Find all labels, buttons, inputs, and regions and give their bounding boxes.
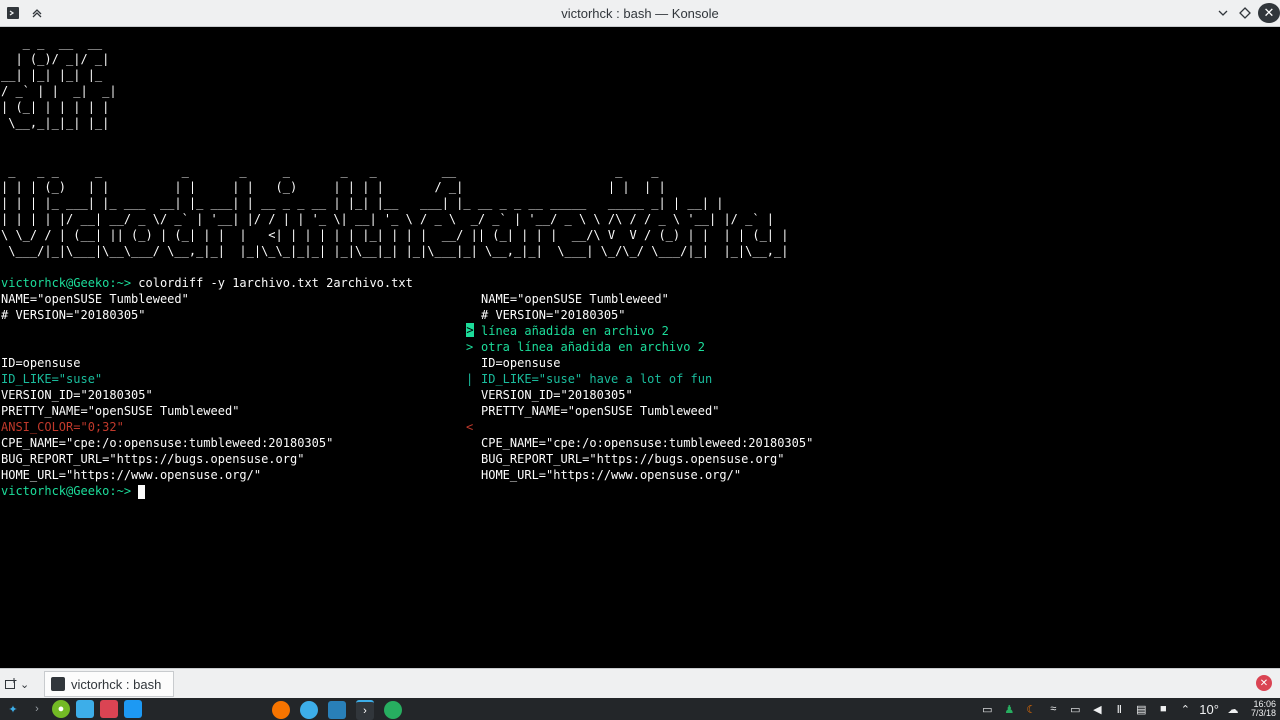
- office-icon[interactable]: [100, 700, 118, 718]
- terminal-icon: [51, 677, 65, 691]
- diff-right: ID=opensuse: [481, 356, 561, 370]
- terminal-line: BUG_REPORT_URL="https://bugs.opensuse.or…: [1, 451, 784, 467]
- chromium-icon[interactable]: [300, 701, 318, 719]
- terminal-line: NAME="openSUSE Tumbleweed" NAME="openSUSE…: [1, 291, 669, 307]
- clipboard-manager-icon[interactable]: ▤: [1133, 701, 1149, 717]
- maximize-icon[interactable]: [1234, 4, 1256, 22]
- diff-left: HOME_URL="https://www.opensuse.org/": [1, 468, 262, 482]
- ascii-art-line: | | | | |/ __| __/ _ \/ _` | '__| |/ / |…: [1, 212, 775, 226]
- diff-right: VERSION_ID="20180305": [481, 388, 633, 402]
- tab-bash[interactable]: victorhck : bash: [44, 671, 174, 697]
- konsole-task-icon[interactable]: ›: [356, 700, 374, 720]
- diff-marker: |: [466, 372, 474, 386]
- terminal-line: PRETTY_NAME="openSUSE Tumbleweed" PRETTY_…: [1, 403, 719, 419]
- konsole-tabbar: ⌄ victorhck : bash ✕: [0, 668, 1280, 698]
- diff-left: NAME="openSUSE Tumbleweed": [1, 292, 189, 306]
- terminal-line: VERSION_ID="20180305" VERSION_ID="2018030…: [1, 387, 633, 403]
- clock-date: 7/3/18: [1250, 708, 1276, 718]
- ascii-art-line: __| |_| |_| |_: [1, 68, 103, 82]
- shell-prompt: victorhck@Geeko:~>: [1, 276, 132, 290]
- lock-icon[interactable]: ■: [1155, 701, 1171, 717]
- expand-tray-icon[interactable]: ⌃: [1177, 701, 1193, 717]
- opensuse-icon[interactable]: ●: [52, 700, 70, 718]
- diff-right: HOME_URL="https://www.opensuse.org/": [481, 468, 742, 482]
- diff-left: # VERSION="20180305": [1, 308, 146, 322]
- terminal-line: HOME_URL="https://www.opensuse.org/" HOME…: [1, 467, 741, 483]
- ascii-art-line: \ \_/ / | (__| || (_) | (_| | | | <| | |…: [1, 228, 789, 242]
- terminal-line: ID=opensuse ID=opensuse: [1, 355, 560, 371]
- ascii-art-line: | | | (_) | | | | | | (_) | | | | / _| |…: [1, 180, 666, 194]
- new-tab-icon: [5, 678, 17, 689]
- diff-right: # VERSION="20180305": [481, 308, 626, 322]
- system-tray: ▭ ♟ ☾ ≈ ▭ ◀ Ⅱ ▤ ■ ⌃ 10° ☁ 16:06 7/3/18: [979, 700, 1276, 718]
- application-launcher-icon[interactable]: ✦: [4, 700, 22, 718]
- window-title: victorhck : bash — Konsole: [561, 6, 719, 21]
- ascii-art-line: \___/|_|\___|\__\___/ \__,_|_| |_|\_\_|_…: [1, 244, 789, 258]
- ascii-art-line: _ _ __ __: [1, 36, 103, 50]
- diff-left: PRETTY_NAME="openSUSE Tumbleweed": [1, 404, 240, 418]
- diff-left: CPE_NAME="cpe:/o:opensuse:tumbleweed:201…: [1, 436, 334, 450]
- diff-right: NAME="openSUSE Tumbleweed": [481, 292, 669, 306]
- terminal-line: CPE_NAME="cpe:/o:opensuse:tumbleweed:201…: [1, 435, 813, 451]
- konsole-launcher-icon[interactable]: ›: [28, 700, 46, 718]
- terminal-line: victorhck@Geeko:~>: [1, 483, 146, 499]
- ascii-art-line: | | | |_ ___| |_ ___ __| |_ ___| | __ _ …: [1, 196, 724, 210]
- diff-right: otra línea añadida en archivo 2: [481, 340, 705, 354]
- command-text: colordiff -y 1archivo.txt 2archivo.txt: [131, 276, 413, 290]
- ascii-art-line: | (_)/ _|/ _|: [1, 52, 110, 66]
- diff-right: BUG_REPORT_URL="https://bugs.opensuse.or…: [481, 452, 785, 466]
- ascii-art-line: _ _ _ _ _ _ _ _ _ __ _ _: [1, 164, 659, 178]
- window-titlebar: victorhck : bash — Konsole ✕: [0, 0, 1280, 27]
- titlebar-right-controls: ✕: [1212, 0, 1280, 26]
- minimize-icon[interactable]: [1212, 4, 1234, 22]
- new-tab-button[interactable]: ⌄: [4, 674, 38, 694]
- browser-task-icon[interactable]: [384, 701, 402, 719]
- diff-left: ANSI_COLOR="0;32": [1, 420, 124, 434]
- diff-right: CPE_NAME="cpe:/o:opensuse:tumbleweed:201…: [481, 436, 814, 450]
- firefox-icon[interactable]: [272, 701, 290, 719]
- clock[interactable]: 16:06 7/3/18: [1251, 700, 1276, 718]
- taskbar: ✦ › ● › ▭ ♟ ☾ ≈ ▭ ◀ Ⅱ ▤ ■ ⌃ 10° ☁ 16:06 …: [0, 698, 1280, 720]
- diff-right: PRETTY_NAME="openSUSE Tumbleweed": [481, 404, 720, 418]
- temperature-label: 10°: [1199, 701, 1219, 717]
- text-cursor: [138, 484, 146, 499]
- clipboard-icon[interactable]: ▭: [979, 701, 995, 717]
- ascii-art-line: / _` | | _| _|: [1, 84, 117, 98]
- cloud-icon: ☁: [1227, 703, 1239, 716]
- diff-left: VERSION_ID="20180305": [1, 388, 153, 402]
- chevron-down-icon: ⌄: [20, 678, 30, 691]
- diff-marker: <: [466, 420, 474, 434]
- taskbar-tasks: ›: [272, 700, 402, 720]
- diff-marker: >: [466, 340, 474, 354]
- shell-prompt: victorhck@Geeko:~>: [1, 484, 132, 498]
- terminal-line: ANSI_COLOR="0;32" <: [1, 419, 473, 435]
- taskbar-launchers: ✦ › ●: [4, 700, 142, 718]
- terminal-line: # VERSION="20180305" # VERSION="20180305": [1, 307, 626, 323]
- close-tab-icon[interactable]: ✕: [1256, 675, 1272, 691]
- volume-icon[interactable]: ◀: [1089, 701, 1105, 717]
- diff-right: línea añadida en archivo 2: [481, 324, 669, 338]
- tab-label: victorhck : bash: [71, 676, 162, 692]
- file-manager-icon[interactable]: [76, 700, 94, 718]
- terminal-line: victorhck@Geeko:~> colordiff -y 1archivo…: [1, 275, 413, 291]
- diff-left: ID=opensuse: [1, 356, 81, 370]
- ascii-art-line: | (_| | | | | |: [1, 100, 110, 114]
- battery-icon[interactable]: ▭: [1067, 701, 1083, 717]
- close-icon[interactable]: ✕: [1258, 3, 1280, 23]
- command-text: [131, 484, 138, 498]
- diff-marker: >: [466, 323, 474, 337]
- wifi-icon[interactable]: ≈: [1045, 701, 1061, 717]
- diff-right: ID_LIKE="suse" have a lot of fun: [481, 372, 713, 386]
- weather-icon[interactable]: ☾: [1023, 701, 1039, 717]
- terminal-output[interactable]: _ _ __ __ | (_)/ _|/ _| __| |_| |_| |_ / _…: [0, 27, 1280, 668]
- screen-recorder-icon[interactable]: [328, 701, 346, 719]
- diff-left: BUG_REPORT_URL="https://bugs.opensuse.or…: [1, 452, 305, 466]
- ascii-art-line: \__,_|_|_| |_|: [1, 116, 110, 130]
- diff-left: ID_LIKE="suse": [1, 372, 103, 386]
- desktop-icon[interactable]: [124, 700, 142, 718]
- updates-icon[interactable]: ♟: [1001, 701, 1017, 717]
- media-player-icon[interactable]: Ⅱ: [1111, 701, 1127, 717]
- terminal-line: ID_LIKE="suse" | ID_LIKE="suse" have a lot…: [1, 371, 712, 387]
